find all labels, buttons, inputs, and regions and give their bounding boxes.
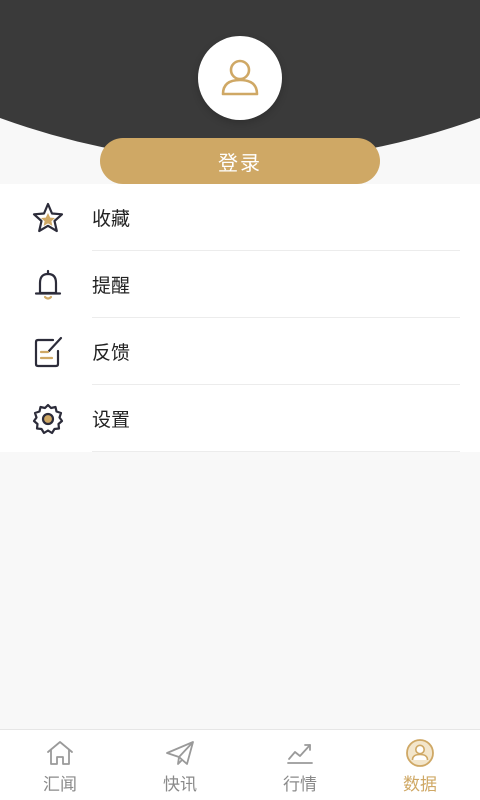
tab-data[interactable]: 数据 xyxy=(360,730,480,800)
tab-news[interactable]: 汇闻 xyxy=(0,730,120,800)
tab-label: 数据 xyxy=(403,775,437,795)
menu-item-label: 提醒 xyxy=(92,275,131,297)
avatar[interactable] xyxy=(198,36,282,120)
menu-item-favorites[interactable]: 收藏 xyxy=(0,184,480,251)
login-button[interactable]: 登录 xyxy=(100,138,380,184)
chart-trend-icon xyxy=(285,738,315,768)
profile-page: 登录 收藏 提醒 反馈 设置 汇闻 快讯 行情 数据 xyxy=(0,0,480,800)
tab-market[interactable]: 行情 xyxy=(240,730,360,800)
tab-label: 快讯 xyxy=(163,775,197,795)
tab-flash[interactable]: 快讯 xyxy=(120,730,240,800)
bottom-tab-bar: 汇闻 快讯 行情 数据 xyxy=(0,729,480,800)
bell-icon xyxy=(30,267,66,303)
tab-label: 行情 xyxy=(283,775,317,795)
star-icon xyxy=(30,200,66,236)
paper-plane-icon xyxy=(165,738,195,768)
gear-icon xyxy=(30,401,66,437)
menu-item-settings[interactable]: 设置 xyxy=(0,385,480,452)
menu-item-label: 收藏 xyxy=(92,208,131,230)
feedback-edit-icon xyxy=(30,334,66,370)
home-icon xyxy=(45,738,75,768)
menu-item-feedback[interactable]: 反馈 xyxy=(0,318,480,385)
user-circle-icon xyxy=(405,738,435,768)
menu-item-reminders[interactable]: 提醒 xyxy=(0,251,480,318)
user-outline-icon xyxy=(221,59,259,96)
tab-label: 汇闻 xyxy=(43,775,77,795)
menu-item-label: 设置 xyxy=(92,409,131,431)
menu-list: 收藏 提醒 反馈 设置 xyxy=(0,184,480,452)
menu-item-label: 反馈 xyxy=(92,342,131,364)
divider xyxy=(92,451,460,452)
